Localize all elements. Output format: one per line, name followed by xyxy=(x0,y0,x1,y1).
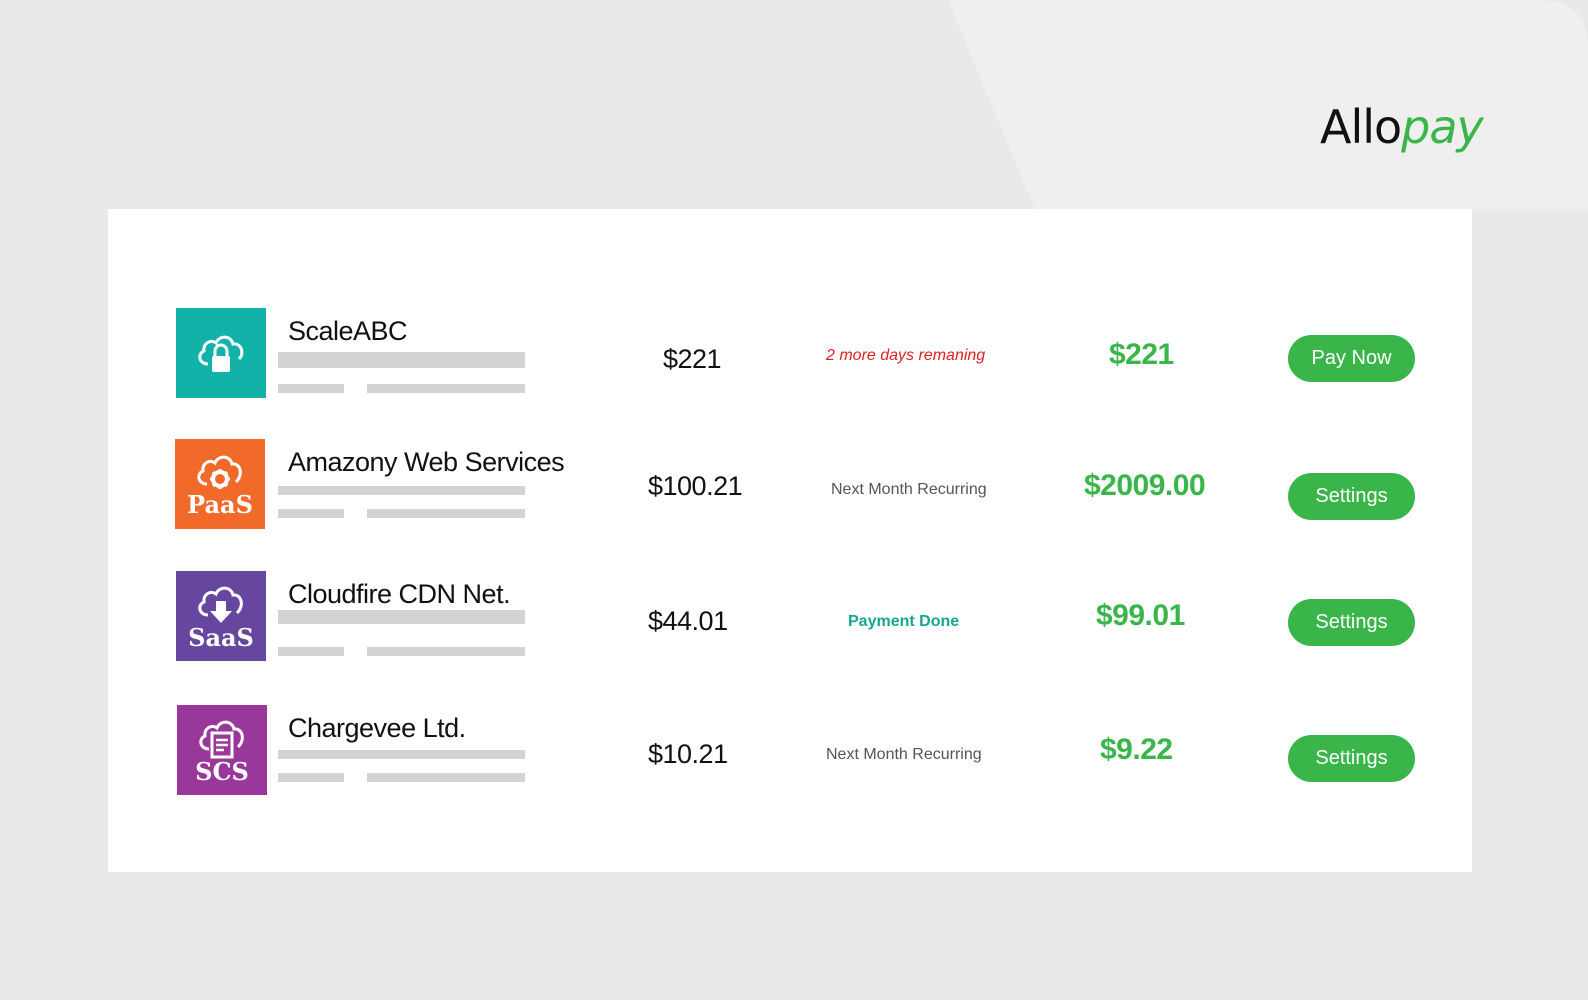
service-name: ScaleABC xyxy=(288,316,408,346)
placeholder-bar xyxy=(278,610,525,624)
status-text: Next Month Recurring xyxy=(831,481,987,498)
cloud-lock-icon xyxy=(198,335,244,372)
settings-button[interactable]: Settings xyxy=(1288,473,1415,520)
icon-label: SaaS xyxy=(188,623,254,652)
placeholder-bar xyxy=(367,384,525,393)
pay-now-button[interactable]: Pay Now xyxy=(1288,335,1415,382)
allopay-logo: Allopay xyxy=(1320,100,1484,154)
total-amount: $99.01 xyxy=(1096,599,1185,632)
settings-button[interactable]: Settings xyxy=(1288,735,1415,782)
amount: $221 xyxy=(663,344,722,374)
total-amount: $2009.00 xyxy=(1084,469,1206,502)
service-icon-chargevee: SCS xyxy=(177,705,267,795)
total-amount: $9.22 xyxy=(1100,733,1173,766)
placeholder-bar xyxy=(278,750,525,759)
placeholder-bar xyxy=(367,647,525,656)
placeholder-bar xyxy=(278,486,525,495)
cloud-gear-icon xyxy=(197,455,242,489)
status-text: Payment Done xyxy=(848,613,960,630)
icon-label: PaaS xyxy=(187,490,253,519)
list-item: ScaleABC $221 2 more days remaning $221 … xyxy=(108,308,1472,400)
total-amount: $221 xyxy=(1109,338,1174,371)
service-name: Chargevee Ltd. xyxy=(288,713,466,743)
service-icon-cloudfire: SaaS xyxy=(176,571,266,661)
service-icon-amazony: PaaS xyxy=(175,439,265,529)
amount: $44.01 xyxy=(648,606,728,636)
service-icon-scaleabc xyxy=(176,308,266,398)
service-name: Amazony Web Services xyxy=(288,447,565,477)
placeholder-bar xyxy=(278,384,344,393)
status-text: Next Month Recurring xyxy=(826,746,982,763)
placeholder-bar xyxy=(278,352,525,368)
amount: $10.21 xyxy=(648,739,728,769)
list-item: SaaS Cloudfire CDN Net. $44.01 Payment D… xyxy=(108,571,1472,663)
list-item: PaaS Amazony Web Services $100.21 Next M… xyxy=(108,439,1472,531)
placeholder-bar xyxy=(367,509,525,518)
service-name: Cloudfire CDN Net. xyxy=(288,579,511,609)
icon-label: SCS xyxy=(195,757,249,786)
placeholder-bar xyxy=(278,647,344,656)
placeholder-bar xyxy=(278,509,344,518)
amount: $100.21 xyxy=(648,471,743,501)
placeholder-bar xyxy=(367,773,525,782)
placeholder-bar xyxy=(278,773,344,782)
status-text: 2 more days remaning xyxy=(826,347,986,364)
cloud-document-icon xyxy=(199,720,244,759)
settings-button[interactable]: Settings xyxy=(1288,599,1415,646)
subscriptions-card: ScaleABC $221 2 more days remaning $221 … xyxy=(108,209,1472,872)
cloud-download-icon xyxy=(198,586,243,623)
list-item: SCS Chargevee Ltd. $10.21 Next Month Rec… xyxy=(108,705,1472,797)
